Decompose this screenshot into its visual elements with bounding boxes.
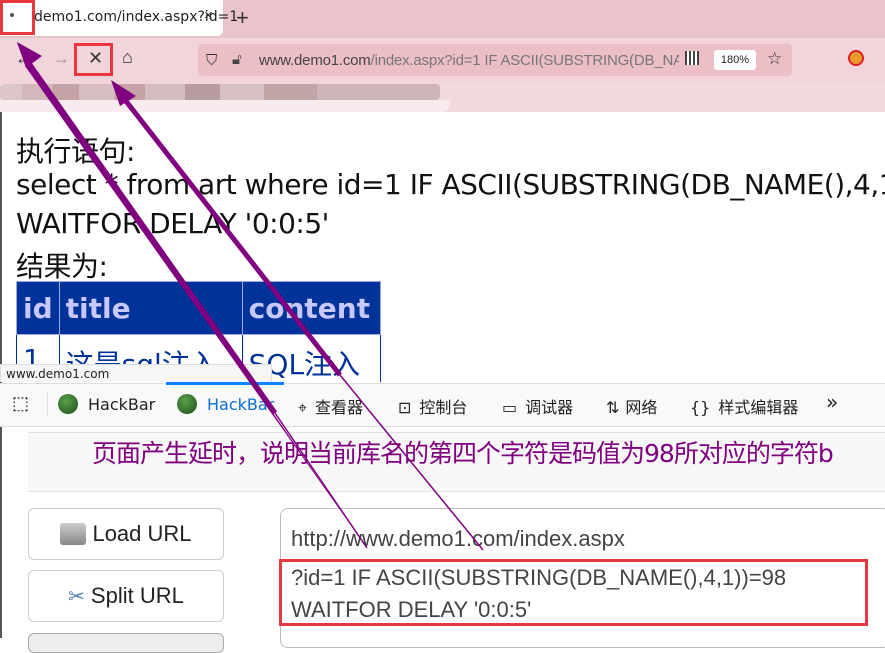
tab-hackbar-1[interactable]: HackBar bbox=[58, 394, 155, 414]
load-url-button[interactable]: Load URL bbox=[28, 508, 224, 560]
header-title: title bbox=[58, 281, 243, 335]
highlight-payload bbox=[279, 559, 868, 626]
scissors-icon: ✂ bbox=[68, 585, 85, 608]
tab-style-editor[interactable]: {} 样式编辑器 bbox=[690, 394, 798, 418]
tab-debugger[interactable]: ▭ 调试器 bbox=[502, 394, 573, 418]
tab-label: 样式编辑器 bbox=[718, 398, 799, 417]
header-content: content bbox=[241, 281, 381, 335]
url-text[interactable]: www.demo1.com/index.aspx?id=1 IF ASCII(S… bbox=[259, 52, 679, 69]
tab-label: 查看器 bbox=[315, 398, 364, 417]
load-url-label: Load URL bbox=[92, 521, 192, 546]
url-path: /index.aspx?id=1 IF ASCII(SUBSTRING(DB_N… bbox=[370, 52, 679, 69]
table-header-row: id title content bbox=[16, 281, 381, 335]
tab-close-icon[interactable]: × bbox=[204, 7, 213, 24]
tab-label: 控制台 bbox=[419, 398, 468, 417]
new-tab-button[interactable]: + bbox=[236, 5, 249, 31]
annotation-text: 页面产生延时，说明当前库名的第四个字符是码值为98所对应的字符b bbox=[92, 439, 834, 468]
zoom-level-badge[interactable]: 180% bbox=[714, 50, 756, 70]
hackbar-icon bbox=[177, 394, 197, 414]
tab-network[interactable]: ⇅ 网络 bbox=[606, 394, 657, 418]
bookmarks-bar-edge bbox=[0, 100, 450, 112]
forward-button[interactable]: → bbox=[52, 48, 70, 69]
sql-statement-line1: select * from art where id=1 IF ASCII(SU… bbox=[16, 168, 885, 201]
shield-icon[interactable]: ⛉ bbox=[206, 52, 217, 69]
bookmark-star-icon[interactable]: ☆ bbox=[767, 49, 782, 69]
back-button[interactable]: ← bbox=[15, 48, 33, 69]
blurred-bookmarks bbox=[0, 84, 440, 100]
tab-label: HackBar bbox=[88, 395, 156, 414]
overflow-chevron-icon[interactable]: » bbox=[826, 390, 838, 414]
tab-hackbar-2[interactable]: HackBar bbox=[177, 394, 274, 414]
split-url-button[interactable]: ✂ Split URL bbox=[28, 570, 224, 622]
split-url-label: Split URL bbox=[90, 583, 184, 608]
tab-inspector[interactable]: ⌖ 查看器 bbox=[298, 394, 363, 418]
insecure-lock-icon[interactable]: 🔓︎ bbox=[232, 51, 242, 68]
home-button[interactable]: ⌂ bbox=[122, 47, 133, 68]
tab-label: HackBar bbox=[207, 395, 275, 414]
execute-button[interactable] bbox=[28, 633, 224, 653]
network-icon: ⇅ bbox=[606, 398, 620, 417]
load-url-icon bbox=[60, 523, 87, 545]
url-host: www.demo1.com bbox=[259, 52, 371, 69]
toolbar-divider bbox=[47, 392, 48, 416]
tab-label: 网络 bbox=[625, 398, 658, 417]
style-editor-icon: {} bbox=[690, 398, 711, 417]
tab-label: 调试器 bbox=[525, 398, 574, 417]
active-tab-indicator bbox=[166, 382, 284, 385]
url-line-base: http://www.demo1.com/index.aspx bbox=[291, 526, 625, 551]
element-picker-icon[interactable]: ⬚ bbox=[12, 393, 29, 414]
tab-console[interactable]: ⊡ 控制台 bbox=[398, 394, 467, 418]
qr-code-icon[interactable] bbox=[685, 51, 699, 65]
console-icon: ⊡ bbox=[398, 398, 412, 417]
sql-statement-line2: WAITFOR DELAY '0:0:5' bbox=[16, 207, 329, 240]
status-link-preview: www.demo1.com bbox=[0, 364, 272, 384]
hackbar-icon bbox=[58, 394, 78, 414]
exec-label: 执行语句: bbox=[16, 135, 135, 168]
debugger-icon: ▭ bbox=[502, 398, 518, 417]
header-id: id bbox=[16, 281, 60, 335]
result-label: 结果为: bbox=[16, 250, 108, 283]
highlight-tab-loading bbox=[0, 0, 35, 35]
inspector-icon: ⌖ bbox=[298, 398, 308, 417]
extension-icon[interactable] bbox=[848, 50, 864, 66]
highlight-stop-button bbox=[74, 43, 113, 76]
